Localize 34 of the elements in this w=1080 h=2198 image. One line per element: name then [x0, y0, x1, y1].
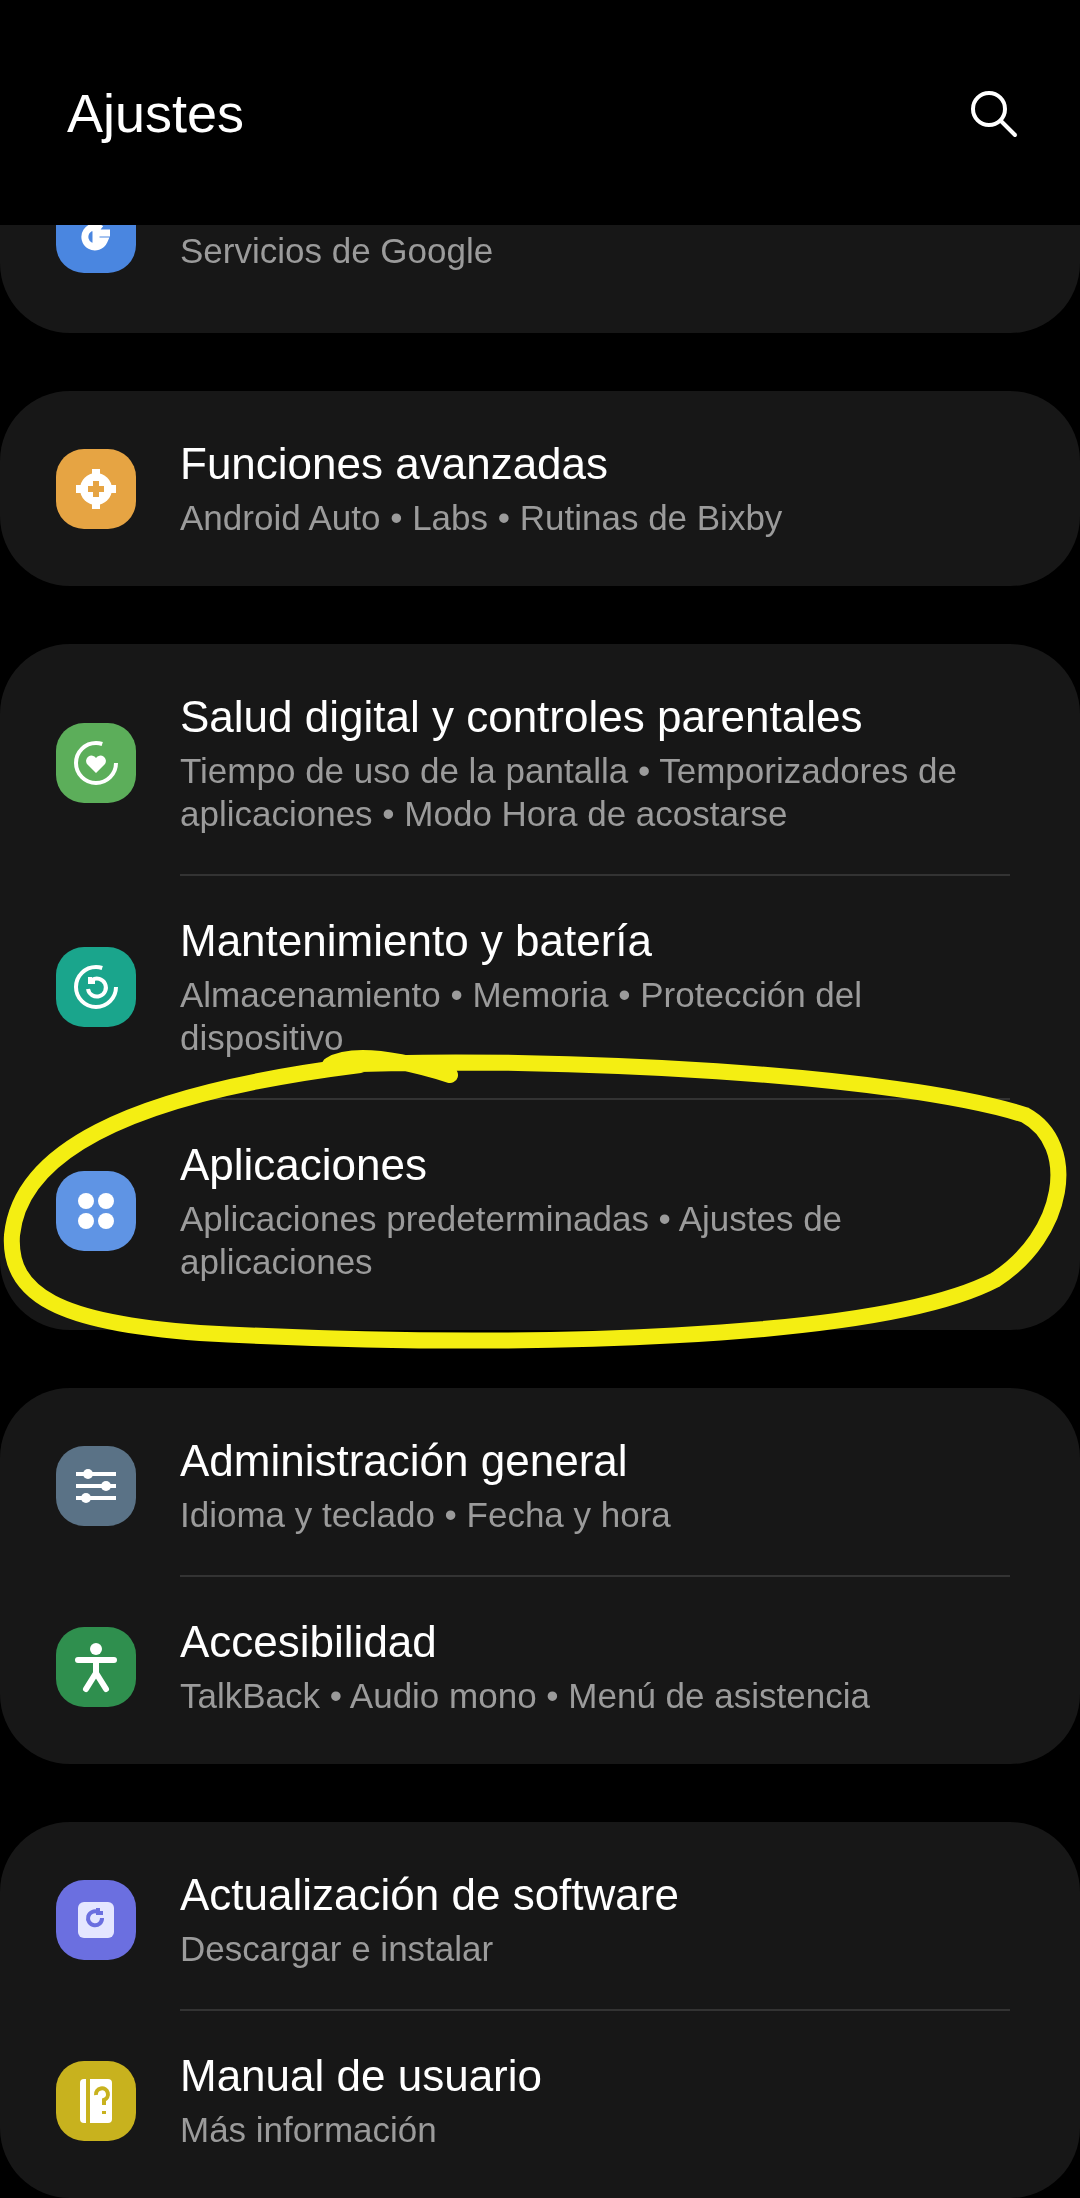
- item-title: Administración general: [180, 1435, 629, 1487]
- item-subtitle: Aplicaciones predeterminadas • Ajustes de aplicaciones: [180, 1198, 844, 1283]
- settings-item[interactable]: Administración general Idioma y teclado • Fecha y hora: [0, 1396, 1080, 1575]
- item-subtitle: Más información: [180, 2109, 438, 2151]
- settings-item[interactable]: Servicios de Google: [0, 225, 1080, 325]
- refresh-icon: [56, 947, 136, 1027]
- settings-item[interactable]: Salud digital y controles parentales Tiempo de uso de la pantalla • Temporizadores de aplicaciones • Modo Hora de acostarse: [0, 652, 1080, 874]
- item-title: Actualización de software: [180, 1869, 680, 1921]
- item-title: Mantenimiento y batería: [180, 915, 654, 967]
- item-title: Aplicaciones: [180, 1139, 429, 1191]
- settings-item[interactable]: Actualización de software Descargar e instalar: [0, 1830, 1080, 2009]
- item-title: Funciones avanzadas: [180, 438, 610, 490]
- settings-item[interactable]: Mantenimiento y batería Almacenamiento • Memoria • Protección del dispositivo: [0, 876, 1080, 1098]
- item-subtitle: Android Auto • Labs • Rutinas de Bixby: [180, 497, 784, 539]
- update-icon: [56, 1879, 136, 1960]
- four-dots-icon: [56, 1171, 136, 1251]
- book-question-icon: [56, 2060, 136, 2141]
- item-title: Accesibilidad: [180, 1616, 438, 1668]
- settings-item[interactable]: Manual de usuario Más información: [0, 2011, 1080, 2190]
- settings-item[interactable]: Aplicaciones Aplicaciones predeterminadas • Ajustes de aplicaciones: [0, 1100, 1080, 1322]
- settings-item[interactable]: Funciones avanzadas Android Auto • Labs • Rutinas de Bixby: [0, 399, 1080, 578]
- item-subtitle: Almacenamiento • Memoria • Protección del dispositivo: [180, 974, 864, 1059]
- item-subtitle: TalkBack • Audio mono • Menú de asistencia: [180, 1675, 871, 1717]
- gear-icon: [56, 448, 136, 529]
- item-subtitle: Tiempo de uso de la pantalla • Temporizadores de aplicaciones • Modo Hora de acostarse: [180, 750, 958, 835]
- item-subtitle: Servicios de Google: [180, 230, 495, 272]
- item-subtitle: Descargar e instalar: [180, 1928, 495, 1970]
- item-title: Salud digital y controles parentales: [180, 691, 864, 743]
- item-subtitle: Idioma y teclado • Fecha y hora: [180, 1494, 672, 1536]
- sliders-icon: [56, 1445, 136, 1526]
- page-title: Ajustes: [67, 81, 245, 144]
- item-title: Manual de usuario: [180, 2050, 543, 2102]
- settings-item[interactable]: Accesibilidad TalkBack • Audio mono • Menú de asistencia: [0, 1577, 1080, 1756]
- person-icon: [56, 1626, 136, 1707]
